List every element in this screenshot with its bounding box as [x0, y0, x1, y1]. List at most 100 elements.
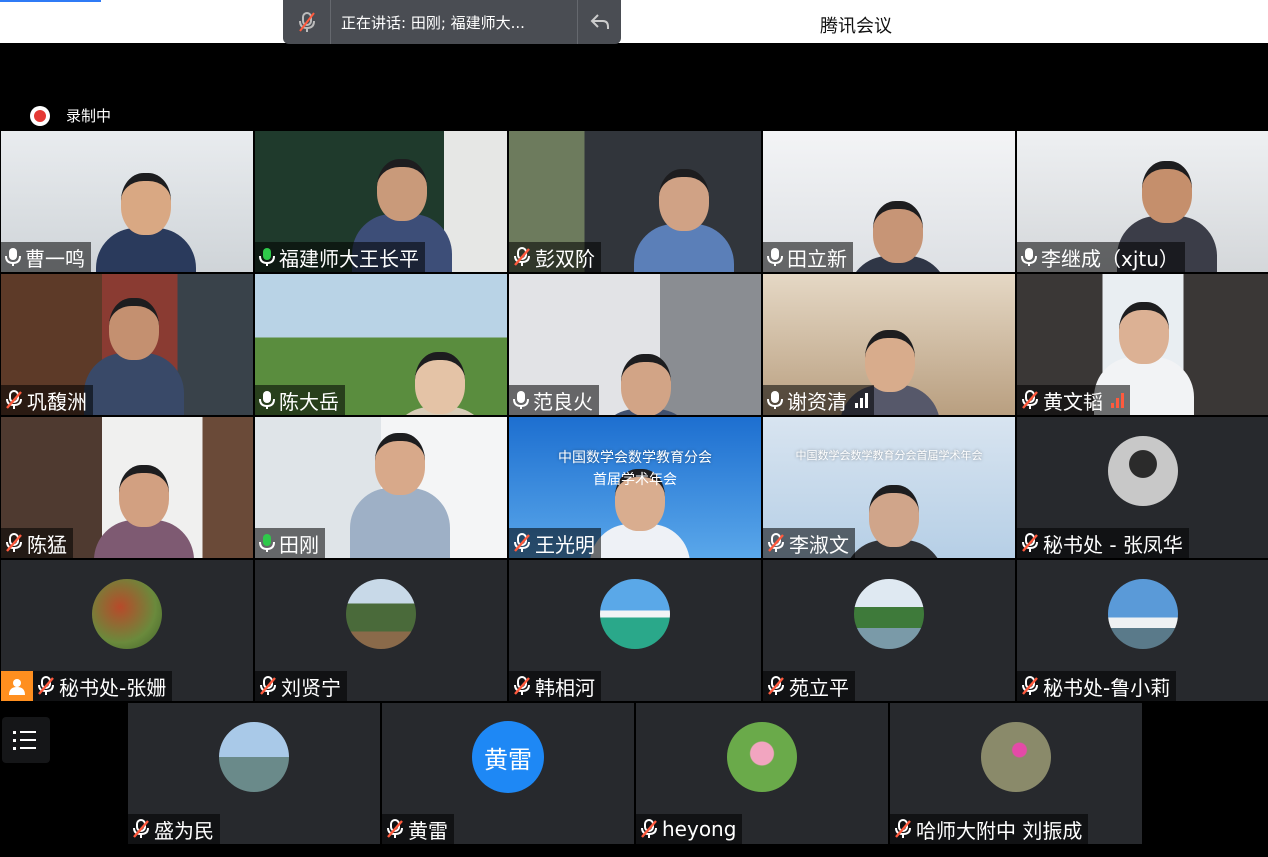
mic-muted-icon	[1021, 390, 1039, 410]
participant-tile[interactable]: 苑立平	[763, 560, 1015, 701]
participant-tile[interactable]: 福建师大王长平	[255, 131, 507, 272]
participant-name-tag: 彭双阶	[509, 242, 601, 272]
participant-tile[interactable]: 田立新	[763, 131, 1015, 272]
participant-tile[interactable]: 中国数学会数学教育分会首届学术年会 李淑文	[763, 417, 1015, 558]
avatar: 黄雷	[472, 721, 544, 793]
participant-name: 哈师大附中 刘振成	[916, 818, 1083, 843]
person-head	[865, 330, 915, 392]
participant-name-tag: 刘贤宁	[255, 671, 347, 701]
participant-tile[interactable]: 刘贤宁	[255, 560, 507, 701]
record-icon	[30, 105, 50, 126]
mic-muted-icon	[132, 819, 150, 839]
menu-list-button[interactable]	[2, 717, 50, 763]
participant-name: 秘书处-张姗	[59, 675, 167, 700]
mic-muted-icon	[1021, 676, 1039, 696]
participant-tile[interactable]: heyong	[636, 703, 888, 844]
participant-name: 李继成（xjtu）	[1041, 246, 1179, 271]
participant-name: 陈大岳	[279, 389, 339, 414]
participant-name-tag: 秘书处-鲁小莉	[1017, 671, 1177, 701]
participant-name-tag: 陈大岳	[255, 385, 345, 415]
person-head	[415, 352, 465, 414]
participant-name: 陈猛	[27, 532, 67, 557]
participant-tile[interactable]: 黄文韬	[1017, 274, 1268, 415]
participant-tile[interactable]: 哈师大附中 刘振成	[890, 703, 1142, 844]
avatar	[600, 579, 670, 649]
participant-name-tag: 韩相河	[509, 671, 601, 701]
signal-strength-icon	[1111, 392, 1124, 408]
participant-tile[interactable]: 李继成（xjtu）	[1017, 131, 1268, 272]
participant-name: 黄雷	[408, 818, 448, 843]
title-accent	[0, 0, 101, 2]
mic-muted-icon	[513, 533, 531, 553]
mic-muted-icon	[37, 676, 55, 696]
avatar	[981, 722, 1051, 792]
mic-icon	[1021, 247, 1037, 267]
list-icon	[13, 731, 36, 750]
person-body	[84, 353, 184, 415]
participant-tile[interactable]: 黄雷 黄雷	[382, 703, 634, 844]
participant-name-tag: 巩馥洲	[1, 385, 93, 415]
participant-tile[interactable]: 秘书处 - 张凤华	[1017, 417, 1268, 558]
participant-name-tag: 范良火	[509, 385, 599, 415]
participant-tile[interactable]: 韩相河	[509, 560, 761, 701]
mic-muted-icon	[259, 676, 277, 696]
participant-name-tag: 陈猛	[1, 528, 73, 558]
participant-tile[interactable]: 秘书处-鲁小莉	[1017, 560, 1268, 701]
recording-label: 录制中	[66, 107, 112, 125]
person-head	[1142, 161, 1192, 223]
mic-icon	[259, 390, 275, 410]
participant-tile[interactable]: 中国数学会数学教育分会 首届学术年会 王光明	[509, 417, 761, 558]
participant-name-tag: heyong	[636, 814, 743, 844]
person-head	[621, 354, 671, 415]
participant-tile[interactable]: 田刚	[255, 417, 507, 558]
participant-name: 韩相河	[535, 675, 595, 700]
speaking-indicator: 正在讲话: 田刚; 福建师大...	[283, 0, 621, 44]
participant-name-tag: 李继成（xjtu）	[1017, 242, 1185, 272]
collapse-arrow-icon[interactable]	[577, 0, 621, 44]
participant-tile[interactable]: 陈猛	[1, 417, 253, 558]
person-body	[350, 488, 450, 558]
mic-icon	[513, 390, 529, 410]
banner-title: 中国数学会数学教育分会首届学术年会	[795, 449, 983, 462]
participant-name: 黄文韬	[1043, 389, 1103, 414]
participant-name-tag: 哈师大附中 刘振成	[890, 814, 1089, 844]
participant-tile[interactable]: 范良火	[509, 274, 761, 415]
participant-name: 王光明	[535, 532, 595, 557]
participant-name: 秘书处-鲁小莉	[1043, 675, 1171, 700]
person-head	[1119, 302, 1169, 364]
host-user-icon	[1, 671, 33, 701]
mic-icon	[259, 247, 275, 267]
participant-tile[interactable]: 陈大岳	[255, 274, 507, 415]
mic-icon	[767, 390, 783, 410]
avatar	[1108, 436, 1178, 506]
participant-name-tag: 谢资清	[763, 385, 874, 415]
participant-name: 彭双阶	[535, 246, 595, 271]
participant-name: 曹一鸣	[25, 246, 85, 271]
participant-tile[interactable]: 盛为民	[128, 703, 380, 844]
avatar	[854, 579, 924, 649]
person-head	[375, 433, 425, 495]
participant-tile[interactable]: 秘书处-张姗	[1, 560, 253, 701]
participant-name-tag: 盛为民	[128, 814, 220, 844]
mic-muted-icon	[513, 676, 531, 696]
mic-muted-icon	[386, 819, 404, 839]
title-bar: 腾讯会议	[0, 0, 1268, 43]
signal-strength-icon	[855, 392, 868, 408]
participant-tile[interactable]: 巩馥洲	[1, 274, 253, 415]
participant-name: 盛为民	[154, 818, 214, 843]
person-head	[109, 298, 159, 360]
participant-name-tag: 苑立平	[763, 671, 855, 701]
participant-name: 谢资清	[787, 389, 847, 414]
participant-name-tag: 黄文韬	[1017, 385, 1130, 415]
participant-tile[interactable]: 谢资清	[763, 274, 1015, 415]
avatar	[727, 722, 797, 792]
participant-tile[interactable]: 曹一鸣	[1, 131, 253, 272]
person-head	[121, 173, 171, 235]
participant-name-tag: 田刚	[255, 528, 325, 558]
mic-muted-icon	[5, 533, 23, 553]
participant-tile[interactable]: 彭双阶	[509, 131, 761, 272]
mic-muted-icon[interactable]	[283, 0, 331, 44]
recording-indicator: 录制中	[30, 105, 111, 126]
avatar	[219, 722, 289, 792]
speaking-text: 正在讲话: 田刚; 福建师大...	[341, 13, 525, 32]
